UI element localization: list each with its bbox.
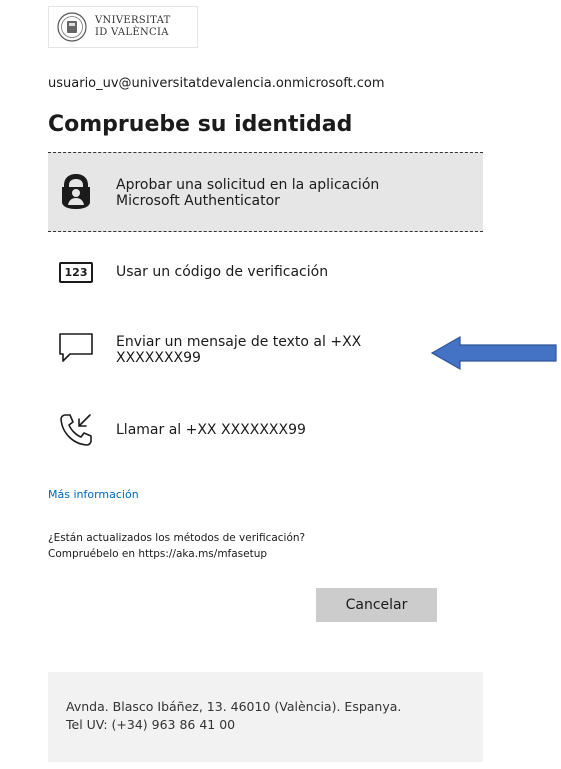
more-info-link[interactable]: Más información: [48, 488, 139, 501]
option-verification-code-label: Usar un código de verificación: [116, 264, 329, 280]
option-authenticator-label-line2: Microsoft Authenticator: [116, 193, 280, 209]
option-call-label: Llamar al +XX XXXXXXX99: [116, 422, 306, 438]
footer-address: Avnda. Blasco Ibáñez, 13. 46010 (Valènci…: [48, 672, 483, 762]
option-sms-label-line2: XXXXXXX99: [116, 350, 201, 366]
left-arrow-annotation-icon: [430, 335, 557, 371]
option-verification-code[interactable]: 123 Usar un código de verificación: [48, 252, 483, 292]
option-call[interactable]: Llamar al +XX XXXXXXX99: [48, 406, 483, 454]
logo-text-line1: VNIVERSITAT: [95, 15, 171, 26]
sms-bubble-icon: [56, 328, 96, 368]
option-authenticator-app[interactable]: Aprobar una solicitud en la aplicación M…: [48, 152, 483, 232]
verification-help-text: ¿Están actualizados los métodos de verif…: [48, 530, 305, 562]
option-authenticator-label: Aprobar una solicitud en la aplicación M…: [116, 177, 379, 209]
footer-phone-line: Tel UV: (+34) 963 86 41 00: [66, 717, 236, 732]
verification-code-icon: 123: [56, 252, 96, 292]
verification-code-icon-text: 123: [58, 261, 94, 283]
help-line1: ¿Están actualizados los métodos de verif…: [48, 532, 306, 544]
option-sms[interactable]: Enviar un mensaje de texto al +XX XXXXXX…: [48, 320, 483, 380]
university-seal-icon: [57, 12, 87, 42]
page-title: Compruebe su identidad: [48, 112, 353, 137]
authenticator-lock-icon: [56, 171, 96, 211]
option-sms-label: Enviar un mensaje de texto al +XX XXXXXX…: [116, 334, 361, 366]
help-line2: Compruébelo en https://aka.ms/mfasetup: [48, 548, 268, 560]
footer-address-line: Avnda. Blasco Ibáñez, 13. 46010 (Valènci…: [66, 699, 402, 714]
logo-text-line2: ID VALÈNCIA: [95, 27, 169, 38]
account-email: usuario_uv@universitatdevalencia.onmicro…: [48, 76, 385, 91]
cancel-button[interactable]: Cancelar: [316, 588, 437, 622]
option-sms-label-line1: Enviar un mensaje de texto al +XX: [116, 334, 362, 350]
option-authenticator-label-line1: Aprobar una solicitud en la aplicación: [116, 177, 380, 193]
logo-text: VNIVERSITAT ID VALÈNCIA: [95, 15, 171, 39]
university-logo: VNIVERSITAT ID VALÈNCIA: [48, 6, 198, 48]
phone-call-icon: [56, 410, 96, 450]
